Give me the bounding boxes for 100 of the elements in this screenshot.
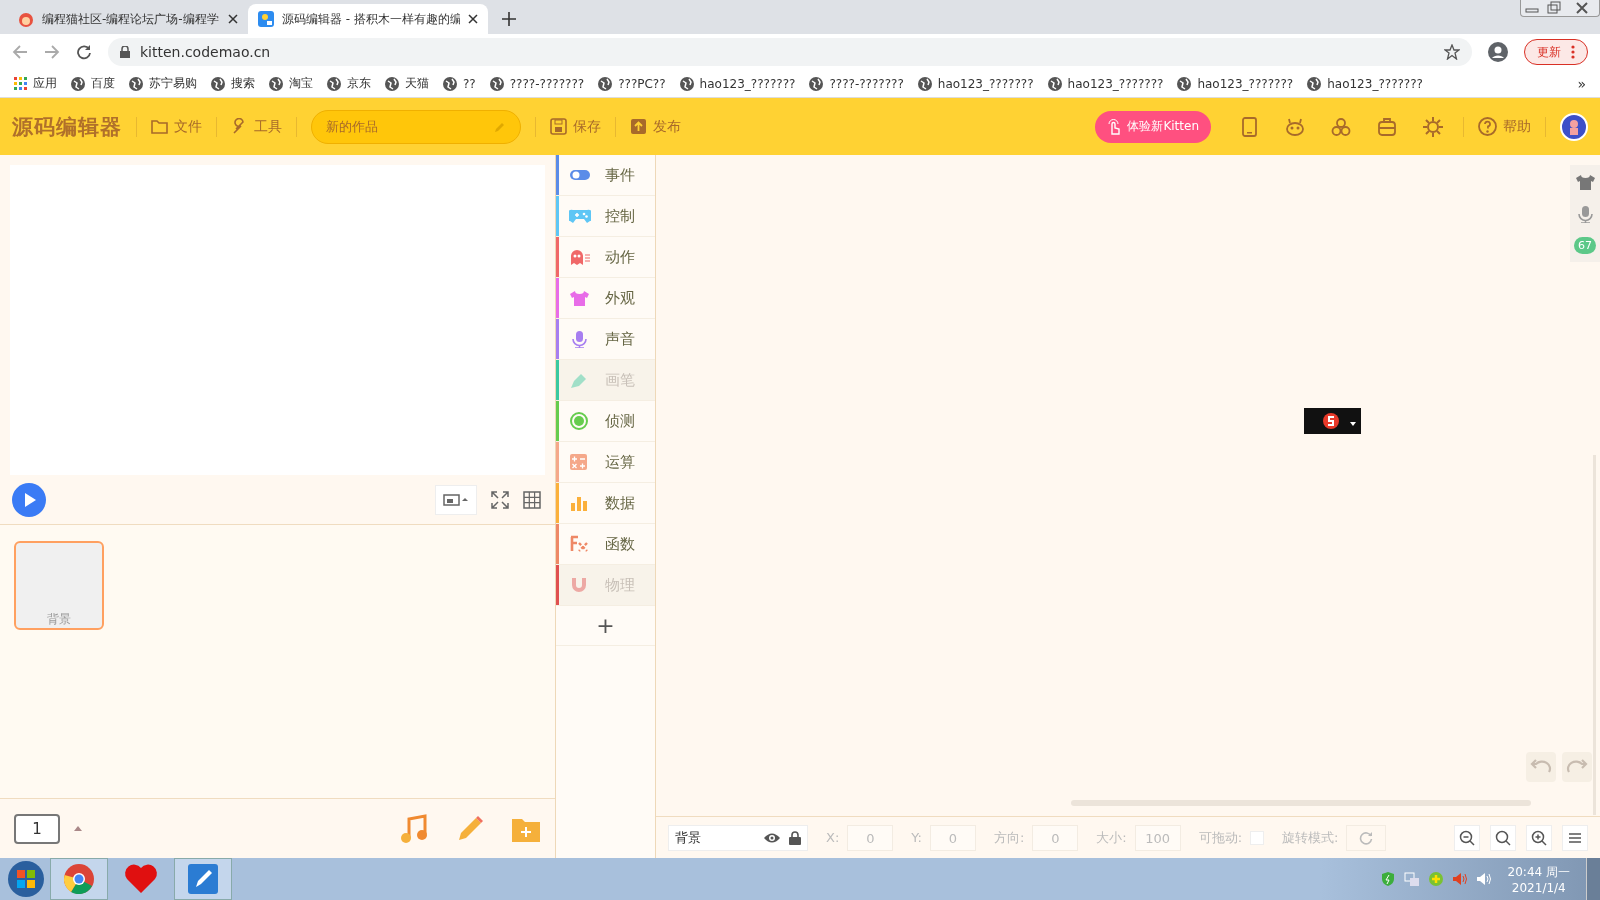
caret-icon[interactable] — [74, 826, 82, 831]
bookmark[interactable]: 天猫 — [385, 75, 429, 92]
category-item[interactable]: 运算 — [556, 442, 655, 483]
update-button[interactable]: 更新 — [1524, 39, 1588, 65]
help-button[interactable]: 帮助 — [1478, 117, 1531, 136]
menu-button[interactable]: 文件 — [151, 117, 202, 136]
globe-icon — [598, 76, 613, 91]
taskbar-app[interactable] — [174, 858, 232, 900]
zoom-out-button[interactable] — [1454, 824, 1480, 851]
forward-icon[interactable] — [44, 44, 60, 60]
bookmark[interactable]: 搜索 — [211, 75, 255, 92]
field-label: 旋转模式: — [1282, 828, 1339, 847]
account-icon[interactable] — [1488, 42, 1508, 62]
speaker-muted-icon[interactable] — [1451, 871, 1468, 887]
network-icon[interactable] — [1403, 871, 1420, 887]
globe-icon — [489, 76, 504, 91]
redo-icon[interactable] — [1562, 752, 1592, 782]
microphone-icon[interactable] — [1575, 205, 1595, 223]
star-icon[interactable] — [1444, 44, 1460, 60]
bookmark[interactable]: ????-??????? — [489, 76, 585, 91]
gamepad-icon — [569, 207, 591, 225]
eye-icon[interactable] — [763, 831, 781, 844]
add-category-button[interactable]: + — [556, 606, 655, 646]
avatar-icon[interactable] — [1560, 112, 1588, 141]
rotation-mode-button[interactable] — [1346, 824, 1387, 851]
ghost-icon — [569, 248, 591, 266]
backpack-icon — [1377, 116, 1397, 137]
globe-icon — [917, 76, 932, 91]
play-button[interactable] — [12, 482, 46, 517]
zoom-in-button[interactable] — [1526, 824, 1552, 851]
sprite-name-field[interactable]: 背景 — [668, 824, 808, 851]
search-icon — [1495, 829, 1511, 846]
undo-icon[interactable] — [1526, 752, 1556, 782]
bookmark[interactable]: 应用 — [14, 75, 57, 92]
bookmark[interactable]: hao123_??????? — [1177, 76, 1294, 91]
stage-size-button[interactable] — [435, 484, 477, 515]
lock-icon[interactable] — [789, 830, 801, 845]
bookmark[interactable]: ????-??????? — [809, 76, 904, 91]
close-icon[interactable] — [468, 14, 478, 24]
shield-icon[interactable] — [1379, 871, 1396, 887]
bookmark[interactable]: hao123_??????? — [1047, 76, 1164, 91]
map-pin-icon — [258, 11, 274, 27]
more-icon — [1571, 45, 1575, 59]
help-icon — [1478, 117, 1497, 136]
close-icon[interactable] — [228, 14, 238, 24]
radio-icon — [569, 412, 591, 430]
cat-icon — [18, 11, 34, 27]
category-item[interactable]: 数据 — [556, 483, 655, 524]
plus-icon[interactable] — [502, 12, 516, 26]
more-bookmarks-button[interactable]: » — [1577, 75, 1586, 92]
folder-icon — [151, 118, 168, 135]
taskbar-app[interactable] — [50, 858, 108, 900]
globe-icon — [809, 76, 824, 91]
hand-icon — [1107, 118, 1122, 135]
bookmark[interactable]: 淘宝 — [269, 75, 313, 92]
globe-icon — [1177, 76, 1192, 91]
show-desktop-button[interactable] — [1586, 858, 1600, 900]
field-label: 大小: — [1096, 828, 1127, 847]
bookmark[interactable]: hao123_??????? — [1307, 76, 1423, 91]
speaker-icon[interactable] — [1475, 871, 1492, 887]
fullscreen-icon[interactable] — [491, 490, 509, 509]
hexagons-icon — [1331, 116, 1351, 137]
field-label: 方向: — [993, 828, 1025, 847]
music-note-icon[interactable] — [399, 813, 429, 844]
category-item[interactable]: 事件 — [556, 155, 655, 196]
category-item[interactable]: 侦测 — [556, 401, 655, 442]
toolbar-button[interactable]: 保存 — [550, 117, 601, 136]
shirt-icon — [569, 289, 591, 307]
browser-tab[interactable]: 编程猫社区-编程论坛广场-编程学 — [8, 4, 248, 34]
rotate-icon — [1359, 830, 1374, 845]
bookmark[interactable]: 京东 — [327, 75, 371, 92]
apps-grid-icon — [14, 77, 27, 90]
settings-icon — [1423, 116, 1443, 137]
bookmark[interactable]: hao123_??????? — [679, 76, 796, 91]
start-button[interactable] — [6, 859, 46, 899]
shirt-icon[interactable] — [1575, 173, 1595, 191]
menu-button[interactable]: 工具 — [231, 117, 282, 136]
scene-counter[interactable]: 1 — [14, 813, 60, 844]
globe-icon — [679, 76, 694, 91]
pencil-icon — [494, 120, 506, 133]
grid-icon[interactable] — [523, 490, 541, 509]
globe-icon — [385, 76, 399, 91]
reload-icon[interactable] — [76, 44, 92, 60]
search-button[interactable] — [1490, 824, 1516, 851]
bookmark[interactable]: ???PC?? — [598, 76, 666, 91]
globe-icon — [269, 76, 283, 91]
bookmark[interactable]: ?? — [443, 76, 476, 91]
plus-badge-icon[interactable] — [1427, 871, 1444, 887]
app-logo: 源码编辑器 — [12, 113, 122, 141]
menu-button[interactable] — [1562, 824, 1588, 851]
address-field[interactable]: kitten.codemao.cn — [108, 38, 1472, 66]
category-item[interactable]: 外观 — [556, 278, 655, 319]
category-item[interactable]: 动作 — [556, 237, 655, 278]
bookmark[interactable]: hao123_??????? — [917, 76, 1034, 91]
lock-icon — [120, 46, 130, 58]
bookmark[interactable]: 百度 — [71, 75, 115, 92]
toolbar-button[interactable]: 发布 — [630, 117, 681, 136]
bookmark[interactable]: 苏宁易购 — [129, 75, 197, 92]
category-item[interactable]: 控制 — [556, 196, 655, 237]
back-icon[interactable] — [12, 44, 28, 60]
